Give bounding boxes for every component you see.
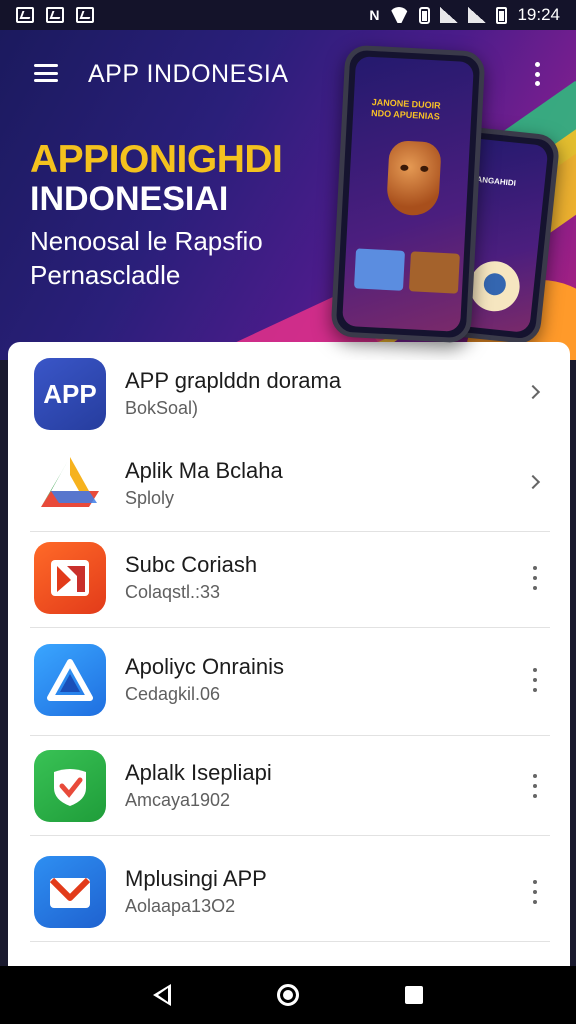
list-item[interactable]: Subc Coriash Colaqstl.:33: [8, 528, 570, 628]
list-item-title: Aplik Ma Bclaha: [125, 458, 283, 483]
more-vert-icon[interactable]: [532, 62, 542, 86]
wifi-icon: [389, 7, 409, 23]
list-item[interactable]: Apoliyc Onrainis Cedagkil.06: [8, 630, 570, 736]
more-vert-icon[interactable]: [532, 774, 538, 798]
list-item-title: APP graplddn dorama: [125, 368, 342, 393]
notification-icons: [16, 7, 94, 23]
more-vert-icon[interactable]: [532, 880, 538, 904]
battery-icon: [496, 6, 508, 24]
hero-headline: APPIONIGHDI: [30, 138, 283, 181]
list-item-subtitle: Colaqstl.:33: [125, 582, 221, 602]
hero-tagline-1: Nenoosal le Rapsfio: [30, 226, 263, 256]
app-bar: APP INDONESIA: [0, 58, 576, 88]
hero-banner: APP INDONESIA APPIONIGHDI INDONESIAI Nen…: [0, 30, 576, 360]
hero-subheadline: INDONESIAI: [30, 180, 229, 218]
app-list: APP APP graplddn dorama BokSoal) Aplik M…: [8, 342, 570, 966]
signal-icon: [440, 7, 459, 23]
phone-screen-text: JANONE DUOIR NDO APUENIAS: [370, 96, 441, 122]
divider: [30, 627, 550, 628]
more-vert-icon[interactable]: [532, 668, 538, 692]
home-icon[interactable]: [277, 984, 299, 1006]
menu-icon[interactable]: [34, 64, 58, 82]
chevron-right-icon[interactable]: [525, 474, 541, 490]
list-item-subtitle: Cedagkil.06: [125, 684, 221, 704]
list-item-title: Apoliyc Onrainis: [125, 654, 284, 679]
system-icons: N 19:24: [369, 5, 560, 25]
chevron-right-icon[interactable]: [525, 384, 541, 400]
list-item-subtitle: Amcaya1902: [125, 790, 231, 810]
recent-apps-icon[interactable]: [405, 986, 423, 1004]
image-notification-icon: [16, 7, 34, 23]
media-icon: [34, 542, 106, 614]
app-icon: APP: [34, 358, 106, 430]
signal-icon-2: [468, 7, 487, 23]
list-item-title: Mplusingi APP: [125, 866, 267, 891]
phone-illustration-front: JANONE DUOIR NDO APUENIAS: [330, 44, 486, 344]
list-item[interactable]: APP APP graplddn dorama BokSoal): [8, 342, 570, 442]
drive-icon: [34, 448, 106, 520]
divider: [30, 941, 550, 942]
back-icon[interactable]: [153, 984, 171, 1006]
chart-notification-icon: [46, 7, 64, 23]
triangle-app-icon: [34, 644, 106, 716]
status-bar: N 19:24: [0, 0, 576, 30]
status-time: 19:24: [517, 5, 560, 24]
hero-tagline-2: Pernascladle: [30, 260, 181, 290]
mask-illustration: [385, 139, 442, 217]
list-item-title: Aplalk Isepliapi: [125, 760, 272, 785]
list-item-subtitle: Aolaapa13O2: [125, 896, 236, 916]
more-vert-icon[interactable]: [532, 566, 538, 590]
alert-icon: [419, 6, 431, 24]
list-item[interactable]: Aplalk Isepliapi Amcaya1902: [8, 736, 570, 836]
list-item[interactable]: Aplik Ma Bclaha Sploly: [8, 432, 570, 532]
app-title: APP INDONESIA: [88, 60, 289, 88]
list-item-subtitle: BokSoal): [125, 398, 199, 418]
thumbnail-row: [353, 248, 460, 294]
shield-check-icon: [34, 750, 106, 822]
badge-illustration: [467, 258, 523, 314]
gmail-like-icon: [34, 856, 106, 928]
system-nav-bar: [0, 966, 576, 1024]
list-item[interactable]: Mplusingi APP Aolaapa13O2: [8, 842, 570, 942]
list-item-subtitle: Sploly: [125, 488, 175, 508]
divider: [30, 835, 550, 836]
nfc-icon: N: [369, 7, 380, 23]
tv-notification-icon: [76, 7, 94, 23]
list-item-title: Subc Coriash: [125, 552, 258, 577]
